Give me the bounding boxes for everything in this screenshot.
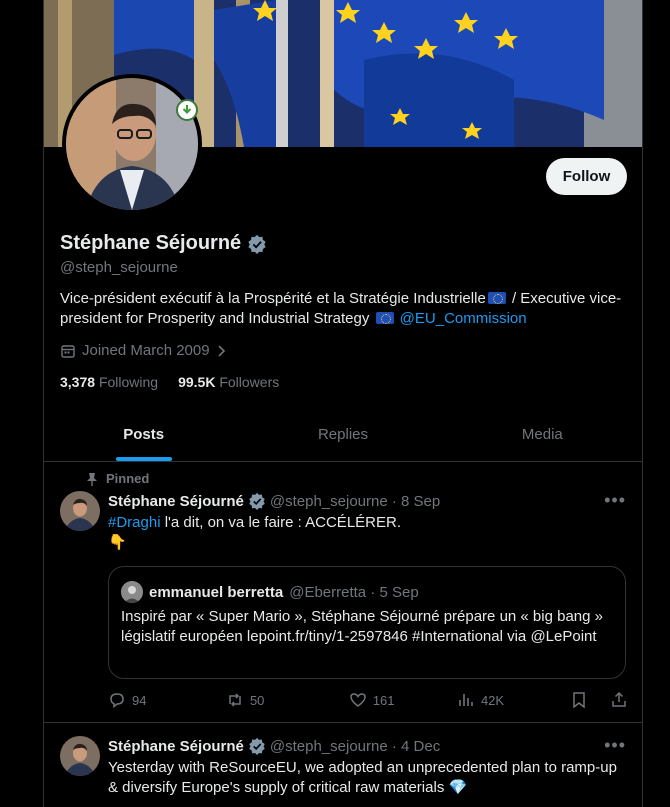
joined-date[interactable]: Joined March 2009: [60, 342, 226, 359]
post-avatar[interactable]: [60, 736, 100, 776]
profile-display-name: Stéphane Séjourné: [60, 232, 242, 254]
post-text: Yesterday with ReSourceEU, we adopted an…: [108, 759, 617, 796]
profile-tabs: Posts Replies Media: [44, 408, 642, 462]
pinned-indicator: Pinned: [86, 471, 149, 486]
post-meta: @steph_sejourne · 8 Sep: [269, 492, 441, 510]
pin-icon: [87, 472, 97, 486]
profile-stats: 3,378 Following 99.5K Followers: [60, 374, 279, 390]
pinned-post[interactable]: Pinned Stéphane Séjourné @steph_sejourne…: [44, 463, 642, 723]
share-icon[interactable]: [610, 691, 628, 709]
more-icon[interactable]: •••: [604, 735, 626, 756]
pointing-down-emoji: 👇: [108, 534, 127, 551]
repost-count: 50: [249, 692, 265, 708]
post-author-name[interactable]: Stéphane Séjourné: [108, 493, 244, 510]
post-actions: 94 50 161 42K: [108, 691, 628, 709]
repost-button[interactable]: 50: [226, 691, 349, 709]
chevron-right-icon: [218, 344, 225, 357]
followers-count: 99.5K: [178, 374, 216, 390]
tab-media-label: Media: [521, 426, 563, 443]
reply-button[interactable]: 94: [108, 691, 226, 709]
calendar-icon: [61, 344, 75, 358]
quote-avatar: [121, 581, 143, 603]
followers-stat[interactable]: 99.5K Followers: [178, 374, 279, 390]
quote-author-name: emmanuel berretta: [149, 583, 284, 601]
post-text: #Draghi l'a dit, on va le faire : ACCÉLÉ…: [108, 513, 628, 553]
post-header: Stéphane Séjourné @steph_sejourne · 8 Se…: [108, 492, 440, 510]
view-count: 42K: [480, 692, 505, 708]
hashtag-link[interactable]: #Draghi: [108, 514, 161, 531]
verified-badge-icon[interactable]: [248, 492, 266, 510]
profile-bio: Vice-président exécutif à la Prospérité …: [60, 289, 625, 329]
post-avatar[interactable]: [60, 491, 100, 531]
reply-count: 94: [132, 692, 147, 708]
profile-name-row: Stéphane Séjourné: [60, 232, 267, 255]
verified-badge-icon[interactable]: [248, 737, 266, 755]
following-stat[interactable]: 3,378 Following: [60, 374, 158, 390]
more-icon[interactable]: •••: [604, 490, 626, 511]
followers-label: Followers: [219, 374, 280, 390]
post-meta: @steph_sejourne · 4 Dec: [269, 737, 441, 755]
post-text-body: l'a dit, on va le faire : ACCÉLÉRER.: [160, 514, 401, 531]
tab-posts[interactable]: Posts: [44, 408, 243, 461]
bookmark-icon[interactable]: [570, 691, 588, 709]
follow-button[interactable]: Follow: [546, 158, 627, 195]
pinned-label: Pinned: [106, 471, 150, 486]
profile-avatar[interactable]: [62, 74, 202, 214]
verified-badge-icon[interactable]: [247, 234, 267, 254]
eu-flag-icon: [487, 292, 506, 304]
post-header: Stéphane Séjourné @steph_sejourne · 4 De…: [108, 737, 440, 755]
eu-flag-icon: [375, 312, 394, 324]
tab-posts-label: Posts: [123, 426, 165, 443]
joined-text: Joined March 2009: [82, 342, 210, 359]
tab-replies-label: Replies: [317, 426, 368, 443]
profile-handle: @steph_sejourne: [60, 259, 178, 276]
tab-media[interactable]: Media: [443, 408, 642, 461]
views-icon: [459, 694, 473, 706]
quote-meta: @Eberretta · 5 Sep: [289, 583, 419, 601]
post-author-name[interactable]: Stéphane Séjourné: [108, 738, 244, 755]
heart-icon: [350, 693, 366, 707]
views-button[interactable]: 42K: [457, 691, 570, 709]
download-badge-icon: [176, 99, 198, 121]
post[interactable]: Stéphane Séjourné @steph_sejourne · 4 De…: [44, 724, 642, 807]
quoted-post[interactable]: emmanuel berretta @Eberretta · 5 Sep Ins…: [108, 566, 626, 679]
quote-text: Inspiré par « Super Mario », Stéphane Sé…: [121, 608, 603, 645]
quote-header: emmanuel berretta @Eberretta · 5 Sep: [121, 581, 419, 603]
bio-text-1: Vice-président exécutif à la Prospérité …: [60, 290, 486, 307]
profile-column: Follow Stéphane Séjourné @steph_sejourne…: [43, 0, 643, 807]
tab-replies[interactable]: Replies: [243, 408, 442, 461]
following-count: 3,378: [60, 374, 96, 390]
following-label: Following: [98, 374, 159, 390]
bio-mention-link[interactable]: @EU_Commission: [400, 310, 527, 327]
like-count: 161: [372, 692, 395, 708]
reply-icon: [110, 693, 124, 709]
avatar-photo: [66, 78, 198, 210]
repost-icon: [229, 693, 241, 707]
like-button[interactable]: 161: [349, 691, 457, 709]
